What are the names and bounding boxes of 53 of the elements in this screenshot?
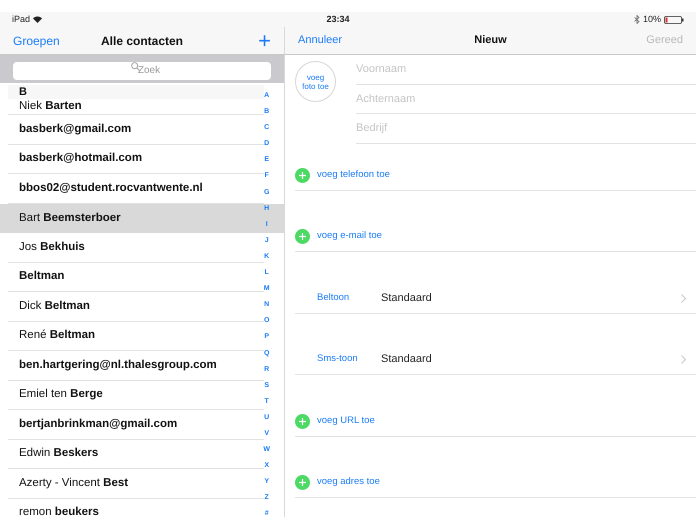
search-field[interactable]: Zoek xyxy=(13,62,271,80)
bluetooth-icon xyxy=(634,15,640,24)
contact-name[interactable]: basberk@hotmail.com xyxy=(19,150,142,168)
contact-name[interactable]: Jos Bekhuis xyxy=(19,238,85,256)
cancel-button[interactable]: Annuleer xyxy=(298,32,368,49)
device-name: iPad xyxy=(12,12,30,26)
plus-circle-icon xyxy=(295,475,310,490)
text-field[interactable]: Bedrijf xyxy=(356,120,696,136)
plus-circle-icon xyxy=(295,168,310,182)
tone-row[interactable]: Sms-toon Standaard xyxy=(295,345,696,375)
chevron-right-icon xyxy=(681,294,686,302)
add-field-label: voeg e-mail toe xyxy=(317,229,382,244)
contact-name[interactable]: bertjanbrinkman@gmail.com xyxy=(19,416,178,433)
contact-name[interactable]: Azerty - Vincent Best xyxy=(19,474,128,492)
tone-value: Standaard xyxy=(381,352,433,368)
contacts-title: Alle contacten xyxy=(100,32,184,50)
search-icon xyxy=(131,62,140,70)
add-field-row[interactable]: voeg URL toe xyxy=(295,406,696,436)
contact-name[interactable]: René Beltman xyxy=(19,327,96,344)
add-photo-button[interactable]: voeg foto toe xyxy=(295,61,336,102)
add-field-label: voeg telefoon toe xyxy=(317,168,390,182)
text-field[interactable]: Achternaam xyxy=(356,90,696,107)
tone-row[interactable]: Beltoon Standaard xyxy=(295,284,696,314)
add-field-label: voeg adres toe xyxy=(317,475,380,490)
contact-name[interactable]: Niek Barten xyxy=(19,98,82,116)
add-field-row[interactable]: voeg telefoon toe xyxy=(295,160,696,190)
tone-label: Beltoon xyxy=(317,290,350,305)
plus-circle-icon xyxy=(295,229,310,244)
contact-name[interactable]: Edwin Beskers xyxy=(19,445,98,462)
add-field-row[interactable]: voeg adres toe xyxy=(295,468,696,498)
plus-circle-icon xyxy=(295,414,310,428)
add-field-row[interactable]: voeg e-mail toe xyxy=(295,222,696,252)
contact-name[interactable]: ben.hartgering@nl.thalesgroup.com xyxy=(19,356,217,374)
text-field[interactable]: Voornaam xyxy=(356,61,696,78)
contact-name[interactable]: bbos02@student.rocvantwente.nl xyxy=(19,180,203,197)
chevron-right-icon xyxy=(681,355,686,364)
add-contact-button[interactable]: + xyxy=(211,30,271,52)
contact-name[interactable]: remon beukers xyxy=(19,504,99,517)
contact-name[interactable]: Dick Beltman xyxy=(19,298,90,315)
battery-percent: 10% xyxy=(642,12,661,26)
contact-name[interactable]: Bart Beemsterboer xyxy=(19,210,121,227)
section-header: B xyxy=(8,85,264,99)
battery-icon xyxy=(664,16,684,24)
groups-button[interactable]: Groepen xyxy=(13,32,73,50)
clock-time: 23:34 xyxy=(326,12,350,26)
new-contact-title: Nieuw xyxy=(474,33,507,48)
contact-name[interactable]: Beltman xyxy=(19,268,64,286)
add-field-label: voeg URL toe xyxy=(317,414,375,428)
contact-name[interactable]: basberk@gmail.com xyxy=(19,120,132,138)
tone-value: Standaard xyxy=(381,290,433,306)
contact-name[interactable]: Emiel ten Berge xyxy=(19,386,103,404)
wifi-icon xyxy=(33,16,42,23)
tone-label: Sms-toon xyxy=(317,352,359,366)
